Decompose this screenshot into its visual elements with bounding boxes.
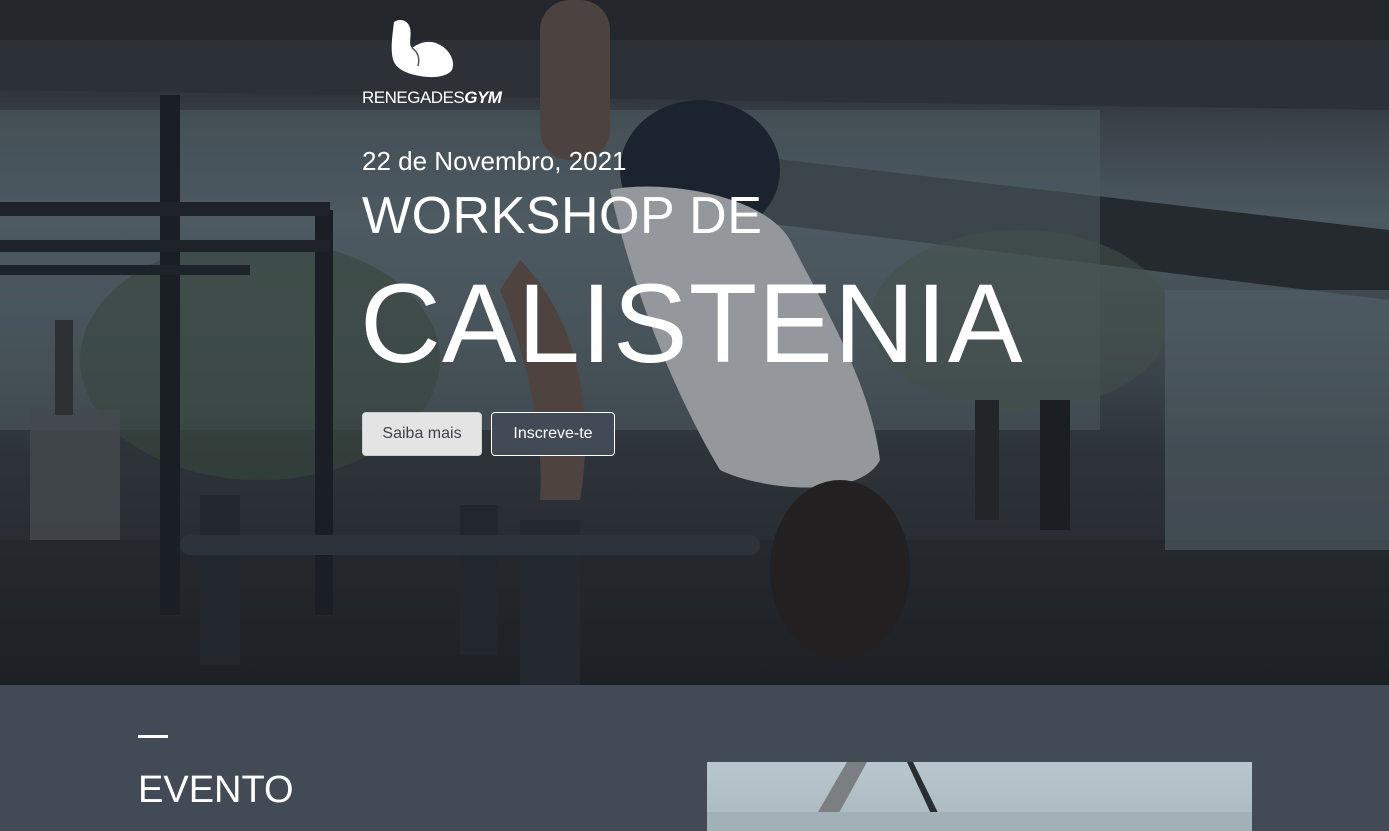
event-date: 22 de Novembro, 2021	[362, 146, 627, 176]
learn-more-button[interactable]: Saiba mais	[362, 412, 482, 456]
section-accent-line	[138, 735, 168, 738]
flexing-arm-icon	[391, 20, 454, 78]
logo-wordmark: RENEGADESGYM	[362, 88, 502, 108]
logo-brand-text: RENEGADES	[362, 88, 465, 107]
section-heading: EVENTO	[138, 769, 294, 811]
sign-up-button[interactable]: Inscreve-te	[491, 412, 615, 456]
logo-brand-accent: GYM	[464, 88, 502, 107]
hero-title-line-2: CALISTENIA	[360, 261, 1024, 386]
renegades-gym-logo[interactable]: RENEGADESGYM	[362, 18, 502, 110]
event-photo	[707, 762, 1252, 831]
event-section: EVENTO	[0, 685, 1389, 831]
hero-title-line-1: WORKSHOP DE	[362, 187, 763, 245]
